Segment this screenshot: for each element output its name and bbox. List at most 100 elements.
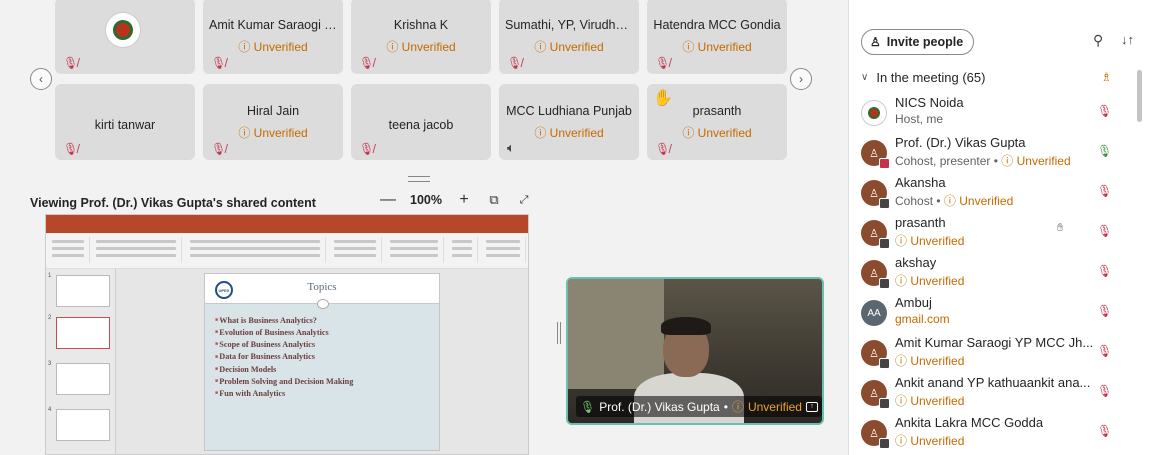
- tile-status: ⓘ Unverified: [386, 40, 456, 54]
- sort-icon[interactable]: ↓↑: [1121, 32, 1134, 47]
- resize-handle[interactable]: [408, 176, 430, 182]
- splitter-handle[interactable]: [557, 322, 561, 344]
- participant-row[interactable]: ♙ akshay ⓘ Unverified 🎙︎: [859, 252, 1129, 292]
- zoom-out-button[interactable]: —: [380, 191, 396, 209]
- mic-on-icon: 🎙: [580, 399, 596, 414]
- tile-name: teena jacob: [388, 118, 454, 132]
- scrollbar[interactable]: [1137, 70, 1142, 122]
- participant-tile[interactable]: Hatendra MCC Gondia ⓘ Unverified 🎙︎̸: [647, 0, 787, 74]
- participant-row[interactable]: AA Ambuj gmail.com 🎙︎: [859, 292, 1129, 332]
- tile-status: ⓘ Unverified: [682, 126, 752, 140]
- participant-tile[interactable]: Hiral Jain ⓘ Unverified 🎙︎̸: [203, 84, 343, 160]
- slide-topic-item: Data for Business Analytics: [215, 351, 353, 363]
- mic-muted-icon[interactable]: 🎙︎: [1097, 104, 1112, 118]
- slide-topic-item: Problem Solving and Decision Making: [215, 376, 353, 388]
- unverified-icon: ⓘ: [682, 40, 698, 54]
- participant-name: Ankit anand YP kathuaankit ana...: [895, 375, 1091, 390]
- mic-muted-icon: 🎙︎̸: [211, 142, 227, 156]
- shared-screen[interactable]: 1 2 3 4 UPEX Topics What is Business Analyt…: [45, 214, 529, 455]
- in-meeting-section[interactable]: ∨ In the meeting (65): [861, 70, 985, 85]
- participant-role: ⓘ Unverified: [895, 434, 965, 448]
- participant-tile[interactable]: teena jacob 🎙︎̸: [351, 84, 491, 160]
- participant-role: gmail.com: [895, 312, 950, 326]
- search-icon[interactable]: ⚲: [1093, 32, 1103, 49]
- unverified-icon: ⓘ: [1001, 154, 1017, 168]
- participant-row[interactable]: ♙ Ankita Lakra MCC Godda ⓘ Unverified 🎙︎: [859, 412, 1129, 452]
- mic-muted-icon[interactable]: 🎙︎: [1097, 304, 1112, 318]
- slide-topic-item: Evolution of Business Analytics: [215, 327, 353, 339]
- unverified-icon: ⓘ: [943, 194, 960, 208]
- participant-row[interactable]: ♙ Ankit anand YP kathuaankit ana... ⓘ Unve…: [859, 372, 1129, 412]
- prev-page-button[interactable]: ‹: [30, 68, 52, 90]
- mute-all-icon[interactable]: ♗: [1101, 70, 1112, 84]
- mic-muted-icon: 🎙︎̸: [211, 56, 227, 70]
- person-add-icon: ♙: [870, 35, 881, 49]
- mic-muted-icon[interactable]: 🎙︎: [1097, 344, 1112, 358]
- participant-tile[interactable]: 🎙︎̸: [55, 0, 195, 74]
- mic-muted-icon[interactable]: 🎙︎: [1097, 424, 1112, 438]
- participant-role: ⓘ Unverified: [895, 234, 965, 248]
- participant-row[interactable]: NICS Noida Host, me 🎙︎: [859, 92, 1129, 132]
- participants-panel: ♙ Invite people ⚲ ↓↑ ∨ In the meeting (6…: [848, 0, 1150, 455]
- mic-muted-icon: 🎙︎̸: [655, 56, 671, 70]
- ppt-menubar: [46, 225, 528, 233]
- participant-tile[interactable]: Krishna K ⓘ Unverified 🎙︎̸: [351, 0, 491, 74]
- participant-tile[interactable]: MCC Ludhiana Punjab ⓘ Unverified 🔈︎: [499, 84, 639, 160]
- slide-thumbnail[interactable]: [56, 409, 110, 441]
- invite-people-button[interactable]: ♙ Invite people: [861, 29, 975, 55]
- presenter-video[interactable]: 🎙 Prof. (Dr.) Vikas Gupta • ⓘ Unverified…: [566, 277, 824, 425]
- unverified-icon: ⓘ: [238, 40, 254, 54]
- mic-muted-icon: 🎙︎̸: [359, 56, 375, 70]
- participant-role: Cohost • ⓘ Unverified: [895, 194, 1014, 208]
- chevron-down-icon: ∨: [861, 72, 869, 83]
- presenter-name: Prof. (Dr.) Vikas Gupta: [599, 399, 720, 414]
- avatar: ♙: [861, 420, 890, 449]
- slide-thumbnail[interactable]: [56, 317, 110, 349]
- fullscreen-icon[interactable]: ⤢: [516, 194, 532, 207]
- mic-muted-icon[interactable]: 🎙︎: [1097, 224, 1112, 238]
- participant-role: ⓘ Unverified: [895, 394, 965, 408]
- raised-hand-icon: ✋: [653, 90, 673, 107]
- participant-row[interactable]: ♙ Amit Kumar Saraogi YP MCC Jh... ⓘ Unveri…: [859, 332, 1129, 372]
- speaker-muted-icon: 🔈︎: [507, 140, 515, 155]
- participant-tile[interactable]: Sumathi, YP, Virudhun... ⓘ Unverified 🎙︎̸: [499, 0, 639, 74]
- raised-hand-icon: ✋︎: [1057, 222, 1064, 234]
- mic-muted-icon[interactable]: 🎙︎: [1097, 184, 1112, 198]
- unverified-icon: ⓘ: [731, 400, 744, 414]
- participant-name: NICS Noida: [895, 95, 964, 110]
- unverified-icon: ⓘ: [895, 274, 911, 288]
- pop-out-icon[interactable]: ⧉: [486, 192, 502, 208]
- mic-muted-icon[interactable]: 🎙︎: [1097, 264, 1112, 278]
- avatar: ♙: [861, 140, 890, 169]
- participant-row[interactable]: ♙ Prof. (Dr.) Vikas Gupta Cohost, presente…: [859, 132, 1129, 172]
- unverified-icon: ⓘ: [682, 126, 698, 140]
- mic-muted-icon: 🎙︎̸: [507, 56, 523, 70]
- participant-tile[interactable]: prasanth ⓘ Unverified ✋ 🎙︎̸: [647, 84, 787, 160]
- tile-name: Hiral Jain: [246, 104, 300, 118]
- zoom-in-button[interactable]: +: [456, 191, 472, 209]
- mic-on-icon[interactable]: 🎙︎: [1097, 144, 1112, 158]
- next-page-button[interactable]: ›: [790, 68, 812, 90]
- avatar: ♙: [861, 180, 890, 209]
- participant-row[interactable]: ♙ Akansha Cohost • ⓘ Unverified 🎙︎: [859, 172, 1129, 212]
- tile-name: Amit Kumar Saraogi Y...: [209, 18, 342, 32]
- slide-thumbnail[interactable]: [56, 275, 110, 307]
- tile-name: MCC Ludhiana Punjab: [506, 104, 632, 118]
- participant-name: akshay: [895, 255, 937, 270]
- participant-row[interactable]: ♙ prasanth ⓘ Unverified 🎙︎ ✋︎: [859, 212, 1129, 252]
- unverified-icon: ⓘ: [386, 40, 402, 54]
- tile-status: ⓘ Unverified: [682, 40, 752, 54]
- unverified-icon: ⓘ: [895, 434, 911, 448]
- slide-badge: [317, 299, 329, 309]
- mic-muted-icon[interactable]: 🎙︎: [1097, 384, 1112, 398]
- slide-thumb-number: 1: [48, 273, 52, 279]
- slide-title: Topics: [307, 281, 337, 293]
- current-slide: UPEX Topics What is Business Analytics?E…: [204, 273, 440, 451]
- ppt-ribbon: [46, 233, 528, 269]
- slide-thumbnail[interactable]: [56, 363, 110, 395]
- mic-muted-icon: 🎙︎̸: [63, 142, 79, 156]
- presenter-status: Unverified: [747, 399, 802, 414]
- participant-tile[interactable]: Amit Kumar Saraogi Y... ⓘ Unverified 🎙︎̸: [203, 0, 343, 74]
- tile-name: Krishna K: [393, 18, 449, 32]
- participant-tile[interactable]: kirti tanwar 🎙︎̸: [55, 84, 195, 160]
